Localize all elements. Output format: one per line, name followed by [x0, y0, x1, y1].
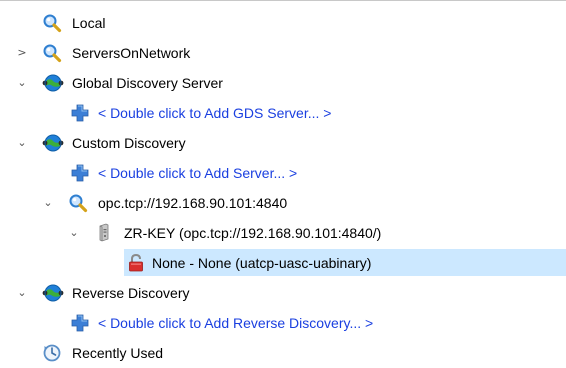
- magnifier-icon: [42, 43, 62, 63]
- top-border: [0, 0, 566, 1]
- tree-item-label: Custom Discovery: [72, 135, 186, 151]
- add-gds-server-link[interactable]: < Double click to Add GDS Server... >: [98, 104, 331, 122]
- tree-item-add-gds-server[interactable]: < Double click to Add GDS Server... >: [0, 98, 566, 128]
- tree-item-custom-discovery[interactable]: ⌄ Custom Discovery: [0, 128, 566, 158]
- discovery-tree: Local > ServersOnNetwork ⌄ Global Discov…: [0, 8, 566, 368]
- tree-item-servers-on-network[interactable]: > ServersOnNetwork: [0, 38, 566, 68]
- tree-item-label: ZR-KEY (opc.tcp://192.168.90.101:4840/): [124, 225, 382, 241]
- tree-item-security-policy[interactable]: None - None (uatcp-uasc-uabinary): [0, 248, 566, 278]
- tree-item-server-zr-key[interactable]: ⌄ ZR-KEY (opc.tcp://192.168.90.101:4840/…: [0, 218, 566, 248]
- tree-item-label: Recently Used: [72, 345, 164, 361]
- chevron-down-icon[interactable]: ⌄: [16, 285, 28, 301]
- tree-item-label: Global Discovery Server: [72, 75, 223, 91]
- tree-item-label: Reverse Discovery: [72, 285, 190, 301]
- tree-item-add-server[interactable]: < Double click to Add Server... >: [0, 158, 566, 188]
- plus-icon: [70, 103, 90, 123]
- lock-icon: [126, 253, 146, 273]
- chevron-down-icon[interactable]: ⌄: [16, 135, 28, 151]
- network-globe-icon: [42, 133, 64, 153]
- server-icon: [94, 223, 114, 243]
- add-reverse-discovery-link[interactable]: < Double click to Add Reverse Discovery.…: [98, 314, 373, 332]
- chevron-right-icon[interactable]: >: [16, 45, 28, 61]
- network-globe-icon: [42, 283, 64, 303]
- plus-icon: [70, 163, 90, 183]
- chevron-down-icon[interactable]: ⌄: [42, 195, 54, 211]
- add-server-link[interactable]: < Double click to Add Server... >: [98, 164, 297, 182]
- chevron-down-icon[interactable]: ⌄: [16, 75, 28, 91]
- chevron-down-icon[interactable]: ⌄: [68, 225, 80, 241]
- tree-item-label: Local: [72, 15, 106, 31]
- plus-icon: [70, 313, 90, 333]
- tree-item-label: None - None (uatcp-uasc-uabinary): [152, 255, 372, 271]
- magnifier-icon: [42, 13, 62, 33]
- tree-item-label: ServersOnNetwork: [72, 45, 191, 61]
- tree-item-reverse-discovery[interactable]: ⌄ Reverse Discovery: [0, 278, 566, 308]
- tree-item-add-reverse-discovery[interactable]: < Double click to Add Reverse Discovery.…: [0, 308, 566, 338]
- network-globe-icon: [42, 73, 64, 93]
- tree-item-recently-used[interactable]: Recently Used: [0, 338, 566, 368]
- tree-item-label: opc.tcp://192.168.90.101:4840: [98, 195, 288, 211]
- history-icon: [42, 343, 62, 363]
- tree-item-global-discovery-server[interactable]: ⌄ Global Discovery Server: [0, 68, 566, 98]
- tree-item-endpoint-url[interactable]: ⌄ opc.tcp://192.168.90.101:4840: [0, 188, 566, 218]
- magnifier-icon: [68, 193, 88, 213]
- tree-item-local[interactable]: Local: [0, 8, 566, 38]
